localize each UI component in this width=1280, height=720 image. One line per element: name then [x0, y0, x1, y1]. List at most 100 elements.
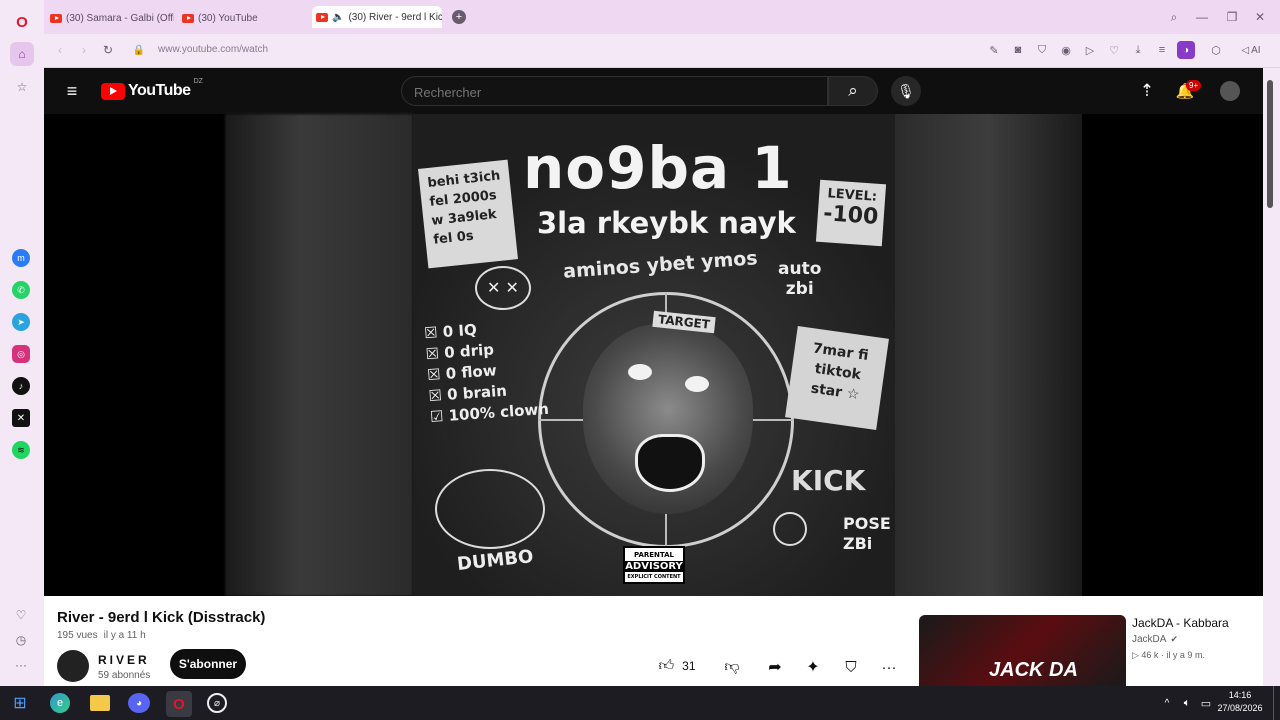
clock[interactable]: 14:16 27/08/2026 — [1216, 689, 1264, 715]
advisory-line: EXPLICIT CONTENT — [627, 574, 681, 580]
clock-date: 27/08/2026 — [1217, 703, 1263, 713]
youtube-favicon-icon — [182, 13, 194, 23]
country-code: DZ — [193, 78, 203, 85]
tiktok-icon[interactable]: ♪ — [12, 377, 30, 395]
more-actions-icon[interactable]: ··· — [876, 654, 902, 680]
bookmark-heart-icon[interactable]: ♡ — [1106, 42, 1122, 58]
home-icon[interactable]: ⌂ — [10, 42, 34, 66]
advisory-line: PARENTAL — [633, 551, 675, 559]
more-icon[interactable]: ··· — [12, 656, 30, 674]
spotify-icon[interactable]: ≋ — [12, 441, 30, 459]
subscriber-count: 59 abonnés — [98, 670, 151, 681]
youtube-logo-text: YouTube — [128, 82, 191, 99]
opera-logo-icon[interactable]: O — [10, 10, 34, 34]
reload-icon[interactable]: ↻ — [100, 42, 116, 58]
download-icon[interactable]: ⤓ — [1130, 42, 1146, 58]
recommendation-channel-name: JackDA — [1132, 634, 1167, 645]
ai-button[interactable]: ◁ AI — [1236, 42, 1266, 58]
show-desktop-button[interactable] — [1273, 686, 1280, 720]
star-icon[interactable]: ☆ — [10, 75, 34, 99]
tab-youtube[interactable]: (30) YouTube — [178, 7, 306, 29]
ai-label: AI — [1251, 44, 1261, 56]
dumbo-label: DUMBO — [456, 546, 535, 575]
upload-icon[interactable]: ⇡ — [1136, 80, 1158, 102]
save-icon[interactable]: ⛉ — [838, 654, 864, 680]
whatsapp-icon[interactable]: ✆ — [12, 281, 30, 299]
heart-icon[interactable]: ♡ — [12, 606, 30, 624]
vpn-icon[interactable]: ◉ — [1058, 42, 1074, 58]
scrollbar[interactable] — [1263, 68, 1280, 686]
menu-lines-icon[interactable]: ≡ — [1154, 42, 1170, 58]
tab-label: (30) River - 9erd l Kick — [348, 11, 442, 23]
cover-title-line1: no9ba 1 — [523, 134, 793, 202]
discord-icon[interactable]: ◕ — [128, 693, 150, 713]
channel-name[interactable]: RIVER — [98, 653, 150, 667]
skull-doodle: ✕ ✕ — [475, 266, 531, 310]
edge-icon[interactable]: e — [50, 693, 70, 713]
pose-text: POSE ZBi — [843, 514, 891, 554]
tab-samara[interactable]: (30) Samara - Galbi (Offici — [46, 7, 174, 29]
level-note: LEVEL: -100 — [815, 179, 887, 247]
search-tabs-icon[interactable]: ⌕ — [1166, 9, 1182, 25]
level-value: -100 — [822, 201, 880, 230]
history-icon[interactable]: ◷ — [12, 631, 30, 649]
address-bar-row: ‹ › ↻ 🔒 www.youtube.com/watch ✎ ◙ ⛉ ◉ ▷ … — [44, 34, 1280, 68]
microphone-icon[interactable]: 🎙 — [891, 76, 921, 106]
forward-icon[interactable]: › — [76, 42, 92, 58]
profile-button[interactable]: ◑ — [1177, 41, 1195, 59]
app-icon[interactable]: ⌀ — [207, 693, 227, 713]
youtube-logo-icon — [101, 82, 125, 100]
parental-advisory-label: PARENTAL ADVISORY EXPLICIT CONTENT — [623, 546, 685, 584]
messenger-icon[interactable]: m — [12, 249, 30, 267]
video-player[interactable]: no9ba 1 3la rkeybk nayk aminos ybet ymos… — [44, 114, 1263, 596]
tiktok-note: 7mar fi tiktok star ☆ — [785, 326, 889, 430]
telegram-icon[interactable]: ➤ — [12, 313, 30, 331]
minimize-button[interactable]: — — [1194, 9, 1210, 25]
camera-icon[interactable]: ◙ — [1010, 42, 1026, 58]
scrollbar-thumb[interactable] — [1267, 80, 1273, 208]
tab-bar: (30) Samara - Galbi (Offici (30) YouTube… — [44, 0, 1280, 34]
avatar[interactable] — [1220, 81, 1240, 101]
windows-start-icon[interactable]: ⊞ — [10, 693, 30, 713]
sparkle-icon[interactable]: ✦ — [800, 654, 826, 680]
instagram-icon[interactable]: ◎ — [12, 345, 30, 363]
network-icon[interactable]: ▭ — [1198, 695, 1214, 711]
back-icon[interactable]: ‹ — [52, 42, 68, 58]
extensions-icon[interactable]: ⬡ — [1208, 42, 1224, 58]
recommendation-thumbnail[interactable]: JACK DA — [919, 615, 1126, 686]
shield-icon[interactable]: ⛉ — [1034, 42, 1050, 58]
recommendation-title[interactable]: JackDA - Kabbara — [1132, 616, 1229, 630]
subscribe-button[interactable]: S'abonner — [170, 649, 246, 679]
recommendation-channel[interactable]: JackDA ✔ — [1132, 634, 1178, 645]
thumbs-down-icon[interactable]: 👎︎ — [719, 654, 745, 680]
close-window-button[interactable]: ✕ — [1252, 9, 1268, 25]
speaker-icon[interactable]: 🔈 — [332, 12, 344, 23]
kick-text: KICK — [791, 464, 866, 497]
channel-avatar[interactable] — [57, 650, 89, 682]
verified-icon: ✔ — [1170, 634, 1178, 644]
hamburger-menu-icon[interactable]: ≡ — [62, 81, 82, 101]
x-twitter-icon[interactable]: ✕ — [12, 409, 30, 427]
search-button[interactable]: ⌕ — [828, 76, 878, 106]
like-button[interactable]: 👍︎ 31 — [647, 651, 707, 681]
url-field[interactable]: www.youtube.com/watch — [158, 44, 268, 55]
youtube-page: ≡ YouTube DZ ⌕ 🎙 ⇡ 🔔 9+ no9ba 1 3la rkey… — [44, 68, 1263, 686]
blurred-background-left — [225, 114, 413, 596]
share-icon[interactable]: ➦ — [762, 654, 788, 680]
chevron-up-icon[interactable]: ^ — [1160, 695, 1174, 711]
search-box[interactable] — [401, 76, 828, 106]
browser-sidebar: O ⌂ ☆ m ✆ ➤ ◎ ♪ ✕ ≋ ♡ ◷ ··· — [0, 0, 44, 686]
youtube-logo[interactable]: YouTube DZ — [101, 78, 203, 100]
play-icon[interactable]: ▷ — [1082, 42, 1098, 58]
pose-line: POSE — [843, 514, 891, 533]
opera-taskbar-icon[interactable]: O — [166, 691, 192, 717]
edit-icon[interactable]: ✎ — [986, 42, 1002, 58]
search-input[interactable] — [414, 83, 814, 101]
volume-icon[interactable]: 🔈︎ — [1179, 695, 1195, 711]
new-tab-button[interactable]: + — [452, 10, 466, 24]
cover-title-line2: 3la rkeybk nayk — [537, 206, 796, 240]
tab-river-active[interactable]: 🔈 (30) River - 9erd l Kick — [312, 6, 442, 28]
file-explorer-icon[interactable] — [90, 695, 110, 711]
restore-button[interactable]: ❐ — [1224, 9, 1240, 25]
lock-icon[interactable]: 🔒 — [132, 42, 146, 58]
